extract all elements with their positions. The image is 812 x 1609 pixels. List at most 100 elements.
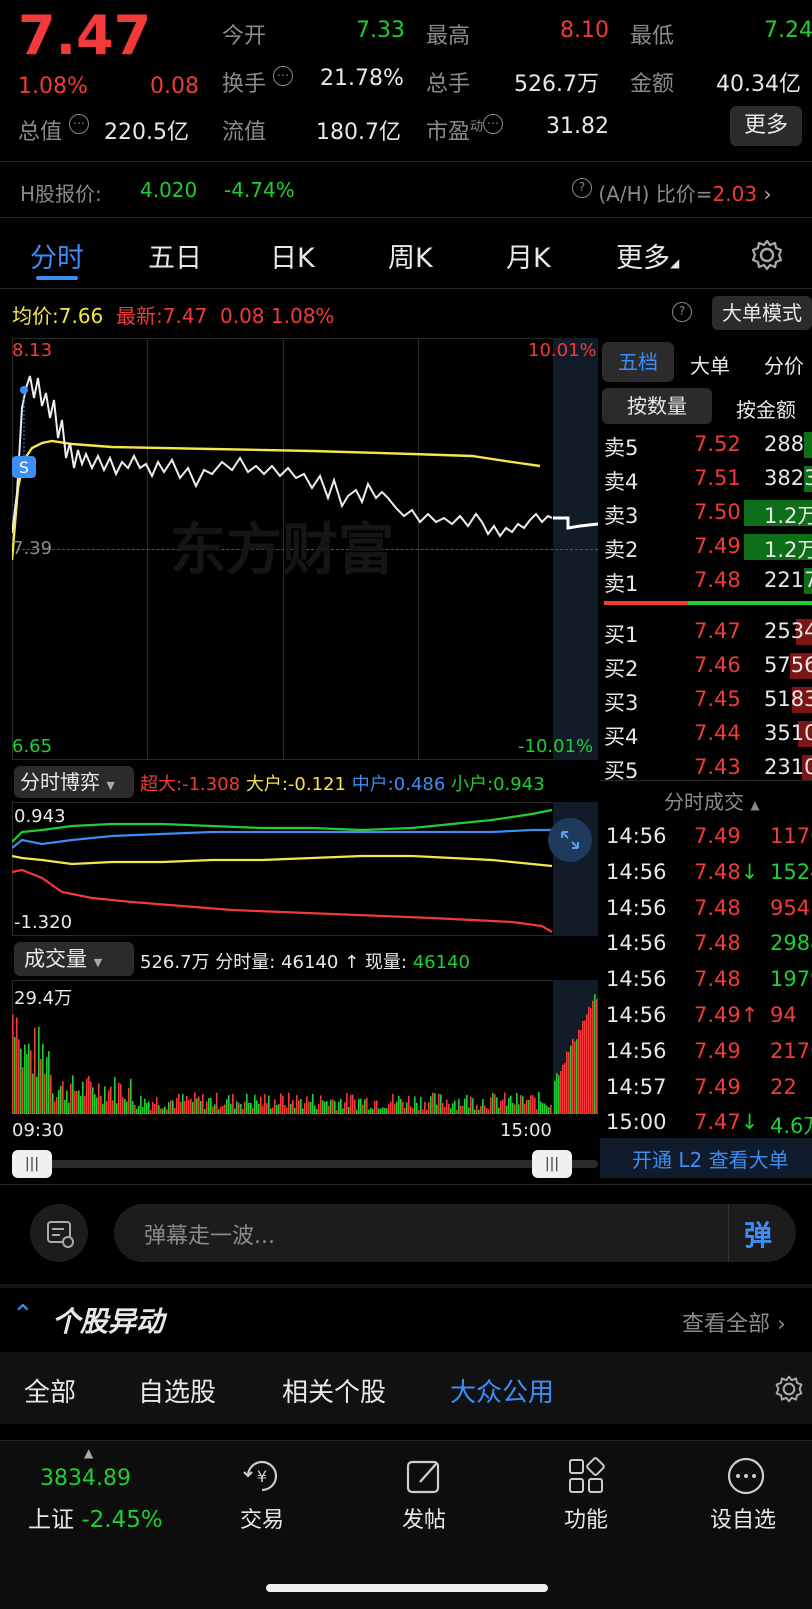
index-summary[interactable]: 上证 -2.45% <box>28 1500 163 1534</box>
ask-level-label: 卖3 <box>604 504 639 528</box>
tab-intraday[interactable]: 分时 <box>30 236 84 275</box>
volume-bar <box>434 1093 436 1114</box>
volume-bar <box>198 1096 200 1114</box>
index-value[interactable]: 3834.89 <box>40 1466 131 1491</box>
trade-icon[interactable]: ¥ <box>240 1454 284 1498</box>
volume-bar <box>188 1100 190 1114</box>
function-grid-icon[interactable] <box>564 1454 608 1498</box>
info-icon[interactable]: ⋯ <box>273 66 294 86</box>
volume-bar <box>130 1078 132 1114</box>
nav-add-watchlist[interactable]: 设自选 <box>710 1502 776 1534</box>
bid-row: 买3 7.45 5183 <box>604 683 812 717</box>
tick-row: 14:56 7.49↑ 94 <box>604 999 812 1035</box>
volume-bar <box>136 1108 138 1114</box>
nav-function[interactable]: 功能 <box>564 1502 608 1534</box>
ah-ratio[interactable]: ? (A/H) 比价=2.03 › <box>572 178 771 207</box>
subtab-by-amount[interactable]: 按金额 <box>736 394 796 423</box>
range-handle-left[interactable]: ||| <box>12 1150 52 1178</box>
tick-price: 7.49 <box>694 824 741 848</box>
tab-price-dist[interactable]: 分价 <box>764 350 804 379</box>
low-value: 7.24 <box>764 18 812 43</box>
volume-bar <box>334 1101 336 1114</box>
volume-bar <box>468 1107 470 1114</box>
volume-indicator-dropdown[interactable]: 成交量 ▼ <box>14 942 134 976</box>
info-icon[interactable]: ⋯ <box>483 114 504 134</box>
volume-bar <box>346 1092 348 1114</box>
tab-weekly-k[interactable]: 周K <box>388 236 433 275</box>
svg-text:¥: ¥ <box>257 1467 267 1486</box>
l2-upgrade-label[interactable]: 开通 L2 查看大单 <box>632 1144 789 1173</box>
volume-bar <box>416 1102 418 1114</box>
tab-monthly-k[interactable]: 月K <box>506 236 551 275</box>
expand-icon[interactable] <box>548 818 592 862</box>
tab-big-order[interactable]: 大单 <box>690 350 730 379</box>
tab-five-level[interactable]: 五档 <box>602 342 674 382</box>
filter-related[interactable]: 相关个股 <box>282 1372 386 1409</box>
tick-volume: 1524 <box>770 859 812 884</box>
volume-bar <box>546 1105 548 1114</box>
volume-bar <box>276 1105 278 1114</box>
expand-up-icon[interactable]: ▲ <box>84 1446 93 1460</box>
danmu-settings-icon[interactable] <box>30 1204 88 1262</box>
pct-axis-low: -10.01% <box>518 736 594 757</box>
view-all-link[interactable]: 查看全部 › <box>682 1306 786 1338</box>
info-icon[interactable]: ⋯ <box>69 114 90 134</box>
volume-bar <box>452 1103 454 1114</box>
volume-bar <box>158 1105 160 1114</box>
help-icon[interactable]: ? <box>672 302 692 322</box>
volume-bar <box>534 1097 536 1114</box>
volume-bar <box>426 1109 428 1114</box>
nav-post[interactable]: 发帖 <box>402 1502 446 1534</box>
tab-daily-k[interactable]: 日K <box>270 236 315 275</box>
volume-bar <box>244 1101 246 1114</box>
bid-volume: 3510 <box>764 721 812 745</box>
volume-bar <box>134 1104 136 1114</box>
tick-volume: 954 <box>770 895 811 920</box>
filter-settings-gear-icon[interactable] <box>774 1374 804 1404</box>
help-icon[interactable]: ? <box>572 178 592 198</box>
tick-price: 7.49 <box>694 1038 741 1063</box>
ask-price: 7.52 <box>694 432 741 456</box>
time-range-track[interactable] <box>14 1160 598 1168</box>
range-handle-right[interactable]: ||| <box>532 1150 572 1178</box>
volume-bar <box>224 1104 226 1114</box>
bid-ask-ratio-bar-green <box>688 601 812 605</box>
game-indicator-dropdown[interactable]: 分时博弈 ▼ <box>14 766 134 798</box>
filter-public[interactable]: 大众公用 <box>450 1372 554 1409</box>
volume-bar <box>376 1100 378 1114</box>
filter-watchlist[interactable]: 自选股 <box>138 1372 216 1409</box>
volume-bar <box>492 1092 494 1114</box>
collapse-chevron-icon[interactable]: ⌃ <box>12 1300 34 1330</box>
more-button[interactable]: 更多 <box>730 106 802 146</box>
subtab-by-qty[interactable]: 按数量 <box>602 388 712 424</box>
settings-gear-icon[interactable] <box>750 238 784 272</box>
volume-bar <box>448 1103 450 1114</box>
danmu-placeholder: 弹幕走一波... <box>144 1224 275 1249</box>
tick-title[interactable]: 分时成交 ▲ <box>664 786 760 815</box>
volume-bar <box>396 1101 398 1114</box>
open-label: 今开 <box>222 24 267 49</box>
volume-bar <box>564 1063 566 1114</box>
volume-bar <box>52 1093 54 1114</box>
volume-bar <box>20 1048 22 1114</box>
add-watchlist-more-icon[interactable] <box>724 1454 768 1498</box>
tab-more[interactable]: 更多◢ <box>616 236 679 275</box>
bid-level-label: 买1 <box>604 623 639 647</box>
filter-all[interactable]: 全部 <box>24 1372 76 1409</box>
tick-volume: 2988 <box>770 931 812 956</box>
bid-price: 7.44 <box>694 721 741 745</box>
anomaly-title: 个股异动 <box>52 1305 165 1338</box>
volume-bar <box>296 1095 298 1114</box>
volume-bar <box>588 1006 590 1114</box>
volume-bar <box>294 1107 296 1114</box>
nav-trade[interactable]: 交易 <box>240 1502 284 1534</box>
post-edit-icon[interactable] <box>402 1454 446 1498</box>
volume-bar <box>72 1075 74 1114</box>
volume-bar <box>84 1095 86 1114</box>
tab-five-day[interactable]: 五日 <box>148 236 202 275</box>
volume-bar <box>114 1077 116 1114</box>
volume-bar <box>184 1101 186 1114</box>
volume-bar <box>182 1094 184 1114</box>
big-order-mode-button[interactable]: 大单模式 <box>712 296 812 330</box>
volume-bar <box>554 1080 556 1114</box>
